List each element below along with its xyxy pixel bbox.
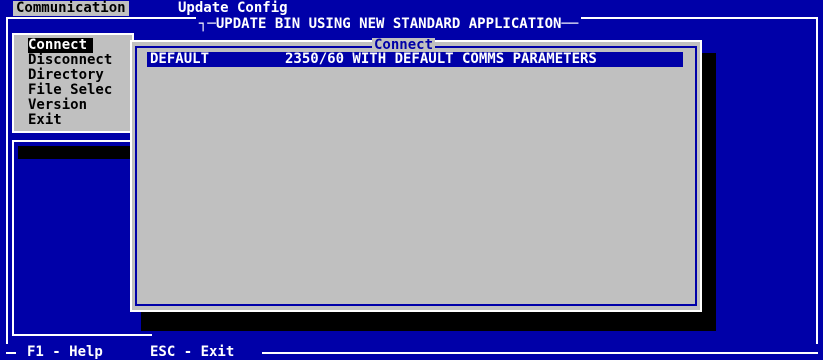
- list-item-description[interactable]: 2350/60 WITH DEFAULT COMMS PARAMETERS: [285, 52, 597, 67]
- menu-item-directory[interactable]: Directory: [28, 68, 104, 83]
- menu-item-connect-label: Connect: [28, 37, 88, 53]
- status-bar-line-left: [6, 352, 16, 354]
- menu-item-exit[interactable]: Exit: [28, 113, 62, 128]
- main-frame-title-text: UPDATE BIN USING NEW STANDARD APPLICATIO…: [215, 16, 562, 32]
- exit-shortcut[interactable]: ESC - Exit: [150, 345, 234, 360]
- background-panel-bar: [18, 146, 134, 159]
- menu-item-exit-label: Exit: [28, 112, 62, 128]
- help-shortcut[interactable]: F1 - Help: [27, 345, 103, 360]
- menu-bar: Communication Update Config: [0, 0, 823, 17]
- menu-item-version-label: Version: [28, 97, 88, 113]
- status-bar-line: [262, 352, 818, 354]
- connect-dialog-inner-frame: [135, 46, 697, 306]
- connect-dialog-title: Connect: [372, 37, 436, 53]
- menu-item-disconnect-label: Disconnect: [28, 52, 113, 68]
- list-item-name[interactable]: DEFAULT: [150, 52, 209, 67]
- menu-item-version[interactable]: Version: [28, 98, 87, 113]
- menu-item-connect[interactable]: Connect: [28, 37, 94, 53]
- menu-item-disconnect[interactable]: Disconnect: [28, 53, 112, 68]
- menu-update-config[interactable]: Update Config: [175, 1, 291, 16]
- menu-item-file-select[interactable]: File Selec: [28, 83, 112, 98]
- menu-communication[interactable]: Communication: [13, 1, 129, 16]
- function-menu: Connect Disconnect Directory File Selec …: [12, 33, 134, 133]
- menu-item-file-select-label: File Selec: [28, 82, 113, 98]
- main-frame-title: ┐─UPDATE BIN USING NEW STANDARD APPLICAT…: [196, 16, 582, 32]
- menu-item-directory-label: Directory: [28, 67, 104, 83]
